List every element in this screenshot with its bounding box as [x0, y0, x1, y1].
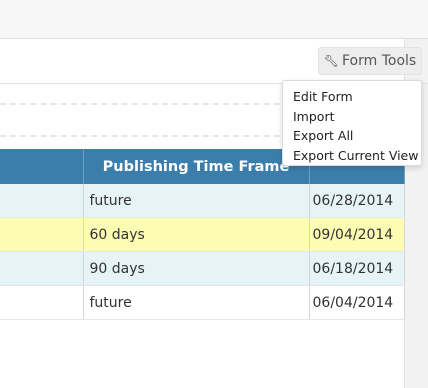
date-cell: 06/28/2014 [309, 184, 405, 218]
date-cell: 06/18/2014 [309, 251, 405, 286]
table-row[interactable]: 90 days 06/18/2014 [0, 251, 405, 286]
filter-placeholder-line [0, 103, 300, 105]
form-tools-dropdown: Edit Form Import Export All Export Curre… [282, 80, 422, 166]
data-table: Publishing Time Frame future 06/28/2014 … [0, 149, 405, 320]
filter-placeholder-line [0, 135, 300, 137]
table-row[interactable]: future 06/28/2014 [0, 184, 405, 218]
time-frame-cell: 60 days [83, 217, 310, 252]
table-row[interactable]: 60 days 09/04/2014 [0, 217, 405, 252]
date-cell: 09/04/2014 [309, 217, 405, 252]
column-header-publishing-time-frame[interactable]: Publishing Time Frame [83, 149, 310, 184]
table-cell [0, 285, 84, 320]
top-bar [0, 0, 428, 39]
column-header[interactable] [0, 149, 84, 184]
form-tools-button[interactable]: 🔧︎ Form Tools [318, 47, 422, 75]
menu-item-edit-form[interactable]: Edit Form [283, 87, 421, 107]
menu-item-export-current-view[interactable]: Export Current View [283, 146, 421, 166]
menu-item-import[interactable]: Import [283, 107, 421, 127]
time-frame-cell: future [83, 184, 310, 218]
time-frame-cell: 90 days [83, 251, 310, 286]
table-cell [0, 251, 84, 286]
date-cell: 06/04/2014 [309, 285, 405, 320]
table-cell [0, 184, 84, 218]
wrench-icon: 🔧︎ [323, 54, 339, 68]
table-row[interactable]: future 06/04/2014 [0, 285, 405, 320]
menu-item-export-all[interactable]: Export All [283, 126, 421, 146]
time-frame-cell: future [83, 285, 310, 320]
table-cell [0, 217, 84, 252]
form-tools-label: Form Tools [342, 53, 417, 69]
